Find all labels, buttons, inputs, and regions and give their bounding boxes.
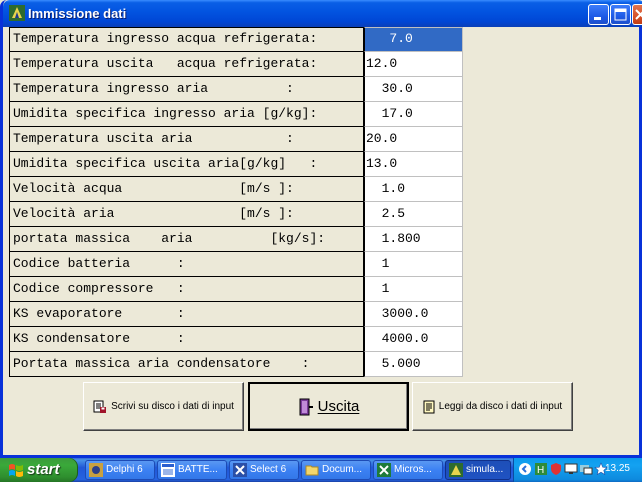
row-temp-out-air: Temperatura uscita aria : 20.0: [9, 127, 463, 152]
system-tray: H 13.25: [513, 458, 642, 482]
row-condenser-air-mass-flow: Portata massica aria condensatore : 5.00…: [9, 352, 463, 377]
task-microsoft[interactable]: Micros...: [373, 460, 443, 480]
display-icon[interactable]: [579, 462, 593, 476]
document-icon: [423, 400, 435, 413]
write-to-disk-button[interactable]: Scrivi su disco i dati di input: [83, 382, 244, 431]
read-from-disk-button[interactable]: Leggi da disco i dati di input: [412, 382, 573, 431]
field-label: Umidita specifica uscita aria[g/kg] :: [9, 152, 364, 177]
field-value[interactable]: 20.0: [364, 127, 463, 152]
field-label: Portata massica aria condensatore :: [9, 352, 364, 377]
row-ks-evaporator: KS evaporatore : 3000.0: [9, 302, 463, 327]
exit-button[interactable]: Uscita: [248, 382, 409, 431]
minimize-icon: [594, 17, 601, 20]
field-label: Codice batteria :: [9, 252, 364, 277]
exit-door-icon: [299, 398, 313, 415]
field-label: Velocità aria [m/s ]:: [9, 202, 364, 227]
taskbar: start Delphi 6 BATTE... Select 6 Docum..…: [0, 458, 642, 482]
form-icon: [161, 463, 175, 477]
field-value[interactable]: 1.0: [364, 177, 463, 202]
row-temp-in-water: Temperatura ingresso acqua refrigerata: …: [9, 27, 463, 52]
row-water-speed: Velocità acqua [m/s ]: 1.0: [9, 177, 463, 202]
row-air-speed: Velocità aria [m/s ]: 2.5: [9, 202, 463, 227]
maximize-icon: [614, 8, 627, 21]
field-value[interactable]: 1: [364, 277, 463, 302]
maximize-button[interactable]: [610, 4, 631, 25]
field-label: Temperatura uscita aria :: [9, 127, 364, 152]
task-label: Docum...: [322, 464, 363, 475]
task-batte[interactable]: BATTE...: [157, 460, 227, 480]
field-value[interactable]: 12.0: [364, 52, 463, 77]
delphi-icon: [89, 463, 103, 477]
task-label: Select 6: [250, 464, 287, 475]
window-title: Immissione dati: [28, 6, 127, 21]
task-select[interactable]: Select 6: [229, 460, 299, 480]
start-label: start: [27, 461, 60, 478]
field-label: Codice compressore :: [9, 277, 364, 302]
exit-button-label: Uscita: [317, 398, 360, 415]
field-label: Temperatura ingresso aria :: [9, 77, 364, 102]
field-label: portata massica aria [kg/s]:: [9, 227, 364, 252]
field-value[interactable]: 4000.0: [364, 327, 463, 352]
field-value[interactable]: 1: [364, 252, 463, 277]
monitor-icon[interactable]: [564, 462, 578, 476]
field-label: Temperatura uscita acqua refrigerata:: [9, 52, 364, 77]
row-humidity-in-air: Umidita specifica ingresso aria [g/kg]: …: [9, 102, 463, 127]
field-label: Temperatura ingresso acqua refrigerata:: [9, 27, 364, 52]
title-bar[interactable]: Immissione dati: [3, 0, 642, 27]
task-label: Delphi 6: [106, 464, 143, 475]
excel-icon: [377, 463, 391, 477]
task-label: simula...: [466, 464, 504, 475]
task-label: Micros...: [394, 464, 432, 475]
main-window: Immissione dati Temperatura ingresso acq…: [0, 0, 642, 458]
app-icon: [449, 463, 463, 477]
row-temp-out-water: Temperatura uscita acqua refrigerata: 12…: [9, 52, 463, 77]
field-label: KS evaporatore :: [9, 302, 364, 327]
field-value[interactable]: 7.0: [364, 27, 463, 52]
clock[interactable]: 13.25: [605, 463, 630, 474]
write-button-label: Scrivi su disco i dati di input: [111, 401, 234, 412]
field-value[interactable]: 3000.0: [364, 302, 463, 327]
field-value[interactable]: 5.000: [364, 352, 463, 377]
svg-text:H: H: [537, 465, 544, 476]
task-documents[interactable]: Docum...: [301, 460, 371, 480]
close-icon: [635, 9, 642, 20]
field-value[interactable]: 2.5: [364, 202, 463, 227]
start-button[interactable]: start: [0, 458, 78, 482]
row-compressor-code: Codice compressore : 1: [9, 277, 463, 302]
row-temp-in-air: Temperatura ingresso aria : 30.0: [9, 77, 463, 102]
shield-icon[interactable]: [549, 462, 563, 476]
row-humidity-out-air: Umidita specifica uscita aria[g/kg] : 13…: [9, 152, 463, 177]
app-icon: [9, 5, 25, 21]
task-delphi[interactable]: Delphi 6: [85, 460, 155, 480]
close-button[interactable]: [632, 4, 642, 25]
field-value[interactable]: 17.0: [364, 102, 463, 127]
chevron-left-icon[interactable]: [518, 462, 532, 476]
save-disk-icon: [93, 400, 107, 413]
row-battery-code: Codice batteria : 1: [9, 252, 463, 277]
field-label: Velocità acqua [m/s ]:: [9, 177, 364, 202]
field-value[interactable]: 30.0: [364, 77, 463, 102]
minimize-button[interactable]: [588, 4, 609, 25]
task-simula[interactable]: simula...: [445, 460, 511, 480]
row-ks-condenser: KS condensatore : 4000.0: [9, 327, 463, 352]
windows-logo-icon: [9, 464, 23, 477]
field-value[interactable]: 13.0: [364, 152, 463, 177]
network-icon[interactable]: H: [534, 462, 548, 476]
folder-icon: [305, 465, 319, 476]
row-air-mass-flow: portata massica aria [kg/s]: 1.800: [9, 227, 463, 252]
select-icon: [233, 463, 247, 477]
read-button-label: Leggi da disco i dati di input: [438, 401, 563, 412]
field-value[interactable]: 1.800: [364, 227, 463, 252]
task-label: BATTE...: [178, 464, 218, 475]
field-label: KS condensatore :: [9, 327, 364, 352]
field-label: Umidita specifica ingresso aria [g/kg]:: [9, 102, 364, 127]
